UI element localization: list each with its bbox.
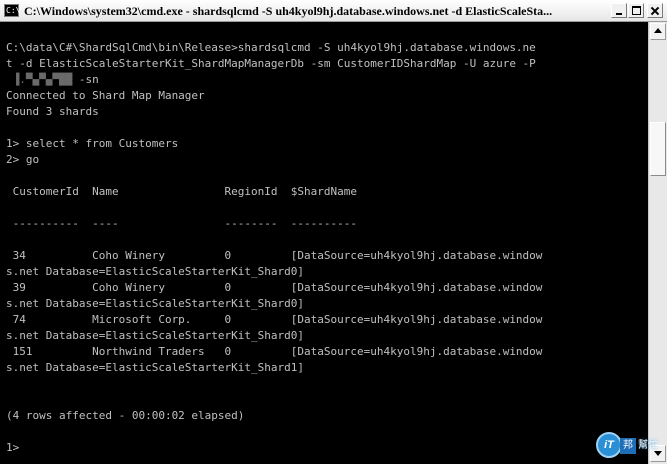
table-row: 39 Coho Winery 0 [DataSource=uh4kyol9hj.… [6,281,543,294]
redacted-password: ▐.▀▄▀▄▀██ [6,73,73,86]
command-line-password: ▐.▀▄▀▄▀██ -sn [6,72,99,88]
command-line-continued: t -d ElasticScaleStarterKit_ShardMapMana… [6,57,536,70]
sql-prompt-line: 1> select * from Customers [6,137,179,150]
shards-found-message: Found 3 shards [6,105,99,118]
table-separator: ---------- ---- -------- ---------- [6,217,357,230]
window-title: C:\Windows\system32\cmd.exe - shardsqlcm… [24,4,553,18]
table-row-wrap: s.net Database=ElasticScaleStarterKit_Sh… [6,329,305,342]
scrollbar-thumb[interactable] [650,122,666,176]
connected-message: Connected to Shard Map Manager [6,89,205,102]
command-line-flag: -sn [78,73,99,86]
close-button[interactable] [647,3,663,18]
ithome-watermark: iT 邦 幫忙 [596,432,662,460]
table-row-wrap: s.net Database=ElasticScaleStarterKit_Sh… [6,265,305,278]
vertical-scrollbar[interactable] [648,22,667,464]
table-header: CustomerId Name RegionId $ShardName [6,185,357,198]
rows-affected-message: (4 rows affected - 00:00:02 elapsed) [6,409,245,422]
table-row-wrap: s.net Database=ElasticScaleStarterKit_Sh… [6,361,305,374]
table-row: 151 Northwind Traders 0 [DataSource=uh4k… [6,345,543,358]
cmd-window: C:\ C:\Windows\system32\cmd.exe - shards… [0,0,667,464]
maximize-button[interactable] [628,3,644,18]
title-bar[interactable]: C:\ C:\Windows\system32\cmd.exe - shards… [0,0,667,22]
console-output[interactable]: C:\data\C#\ShardSqlCmd\bin\Release>shard… [0,22,648,464]
watermark-text: 幫忙 [638,440,658,451]
table-row-wrap: s.net Database=ElasticScaleStarterKit_Sh… [6,297,305,310]
cmd-icon[interactable]: C:\ [4,4,20,17]
minimize-button[interactable] [611,3,627,18]
command-line: C:\data\C#\ShardSqlCmd\bin\Release>shard… [6,41,536,54]
table-row: 34 Coho Winery 0 [DataSource=uh4kyol9hj.… [6,249,543,262]
ithome-logo: iT [596,432,622,458]
watermark-box: 邦 [620,438,636,454]
sql-prompt-line: 2> go [6,153,40,166]
table-row: 74 Microsoft Corp. 0 [DataSource=uh4kyol… [6,313,543,326]
command-prompt[interactable]: 1> [6,440,19,456]
scroll-up-button[interactable] [650,23,666,40]
